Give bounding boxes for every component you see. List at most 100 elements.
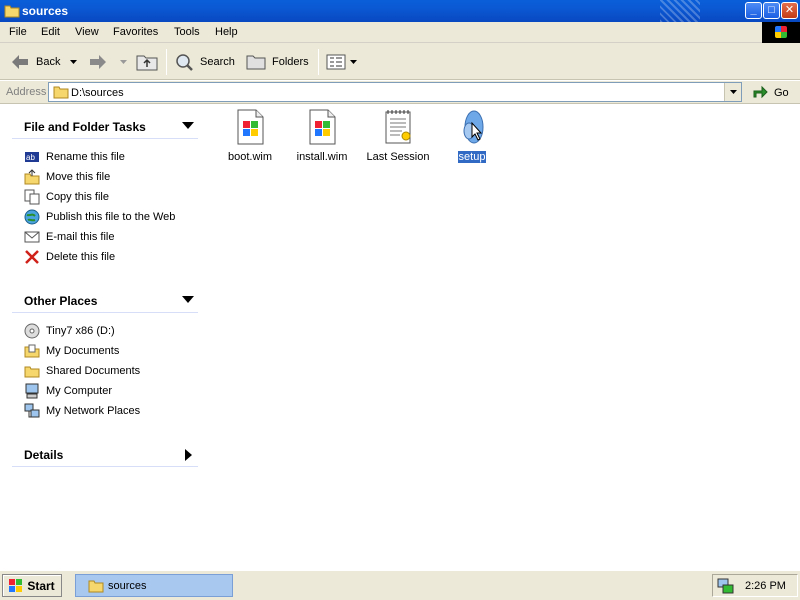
menu-favorites[interactable]: Favorites xyxy=(113,26,158,38)
start-label: Start xyxy=(27,578,55,593)
menu-tools[interactable]: Tools xyxy=(174,26,200,38)
search-label: Search xyxy=(200,56,235,68)
views-dropdown-icon xyxy=(350,60,357,64)
expand-icon[interactable] xyxy=(185,449,192,461)
task-pane: File and Folder Tasks ab Rename this fil… xyxy=(0,105,210,570)
menu-view[interactable]: View xyxy=(75,26,99,38)
file-label: setup xyxy=(457,151,487,163)
back-arrow-icon xyxy=(12,55,28,69)
file-view[interactable]: boot.wim install.wim Last Session setup xyxy=(210,105,800,570)
title-decoration xyxy=(660,0,700,22)
menu-file[interactable]: File xyxy=(9,26,27,38)
task-rename[interactable]: ab Rename this file xyxy=(24,147,198,167)
delete-x-icon xyxy=(24,249,40,265)
details-section: Details xyxy=(12,443,198,467)
place-shared-documents[interactable]: Shared Documents xyxy=(24,361,198,381)
place-my-computer[interactable]: My Computer xyxy=(24,381,198,401)
forward-dropdown-icon[interactable] xyxy=(120,60,127,64)
go-button[interactable]: Go xyxy=(752,85,789,101)
address-dropdown-button[interactable] xyxy=(724,83,741,101)
menu-edit[interactable]: Edit xyxy=(41,26,60,38)
menu-help[interactable]: Help xyxy=(215,26,238,38)
task-copy[interactable]: Copy this file xyxy=(24,187,198,207)
place-label[interactable]: My Documents xyxy=(46,345,119,357)
address-bar: Address D:\sources Go xyxy=(0,81,800,104)
collapse-icon[interactable] xyxy=(182,296,194,303)
views-icon xyxy=(326,54,346,70)
window-title: sources xyxy=(22,4,69,18)
windows-logo-icon xyxy=(9,578,23,592)
up-folder-icon xyxy=(136,55,158,71)
title-bar[interactable]: sources _ □ ✕ xyxy=(0,0,800,22)
folder-icon xyxy=(4,4,20,21)
menu-bar: File Edit View Favorites Tools Help xyxy=(0,22,800,43)
place-my-documents[interactable]: My Documents xyxy=(24,341,198,361)
wim-file-icon xyxy=(306,109,338,145)
views-button[interactable] xyxy=(326,51,363,73)
maximize-button[interactable]: □ xyxy=(763,2,780,19)
start-button[interactable]: Start xyxy=(2,574,62,597)
file-boot-wim[interactable]: boot.wim xyxy=(210,109,290,163)
folder-icon xyxy=(53,85,69,102)
search-button[interactable]: Search xyxy=(174,51,235,73)
setup-icon xyxy=(456,109,488,145)
collapse-icon[interactable] xyxy=(182,122,194,129)
folders-button[interactable]: Folders xyxy=(246,51,309,73)
address-label: Address xyxy=(6,86,47,98)
place-label[interactable]: Tiny7 x86 (D:) xyxy=(46,325,115,337)
taskbar: Start sources 2:26 PM xyxy=(0,570,800,600)
up-folder-button[interactable] xyxy=(136,51,164,73)
other-places-header[interactable]: Other Places xyxy=(12,289,198,313)
task-label[interactable]: Publish this file to the Web xyxy=(46,211,175,223)
clock[interactable]: 2:26 PM xyxy=(745,580,786,592)
computer-icon xyxy=(24,383,40,399)
svg-text:ab: ab xyxy=(26,153,35,162)
section-title: Details xyxy=(24,448,64,462)
task-publish[interactable]: Publish this file to the Web xyxy=(24,207,198,227)
task-email[interactable]: E-mail this file xyxy=(24,227,198,247)
task-label[interactable]: Copy this file xyxy=(46,191,109,203)
minimize-button[interactable]: _ xyxy=(745,2,762,19)
folder-icon xyxy=(88,580,104,592)
section-title: File and Folder Tasks xyxy=(24,120,146,134)
file-label: Last Session xyxy=(366,151,430,163)
back-button[interactable]: Back xyxy=(10,51,83,73)
details-header[interactable]: Details xyxy=(12,443,198,467)
task-label[interactable]: E-mail this file xyxy=(46,231,114,243)
place-d-drive[interactable]: Tiny7 x86 (D:) xyxy=(24,321,198,341)
toolbar: Back Search Folders xyxy=(0,43,800,80)
other-places-section: Other Places Tiny7 x86 (D:) My Documents… xyxy=(12,289,198,421)
system-tray: 2:26 PM xyxy=(712,574,798,597)
file-last-session[interactable]: Last Session xyxy=(358,109,438,163)
file-label: boot.wim xyxy=(227,151,273,163)
close-button[interactable]: ✕ xyxy=(781,2,798,19)
windows-logo-icon xyxy=(762,22,800,43)
folders-label: Folders xyxy=(272,56,309,68)
task-label[interactable]: Rename this file xyxy=(46,151,125,163)
address-input[interactable]: D:\sources xyxy=(48,82,742,102)
section-title: Other Places xyxy=(24,294,98,308)
file-folder-tasks-section: File and Folder Tasks ab Rename this fil… xyxy=(12,115,198,267)
forward-button[interactable] xyxy=(88,51,133,73)
go-label: Go xyxy=(774,87,789,99)
back-label: Back xyxy=(36,56,61,68)
file-install-wim[interactable]: install.wim xyxy=(282,109,362,163)
task-label[interactable]: Move this file xyxy=(46,171,110,183)
taskbar-item-sources[interactable]: sources xyxy=(75,574,233,597)
task-delete[interactable]: Delete this file xyxy=(24,247,198,267)
folder-icon xyxy=(24,363,40,379)
place-label[interactable]: Shared Documents xyxy=(46,365,140,377)
task-move[interactable]: Move this file xyxy=(24,167,198,187)
place-label[interactable]: My Computer xyxy=(46,385,112,397)
place-network[interactable]: My Network Places xyxy=(24,401,198,421)
go-arrow-icon xyxy=(753,85,768,99)
move-icon xyxy=(24,169,40,185)
file-folder-tasks-header[interactable]: File and Folder Tasks xyxy=(12,115,198,139)
place-label[interactable]: My Network Places xyxy=(46,405,140,417)
forward-arrow-icon xyxy=(90,55,106,69)
network-tray-icon[interactable] xyxy=(717,578,735,594)
back-dropdown-icon[interactable] xyxy=(70,60,78,64)
rename-icon: ab xyxy=(24,149,40,165)
file-setup[interactable]: setup xyxy=(432,109,512,163)
task-label[interactable]: Delete this file xyxy=(46,251,115,263)
